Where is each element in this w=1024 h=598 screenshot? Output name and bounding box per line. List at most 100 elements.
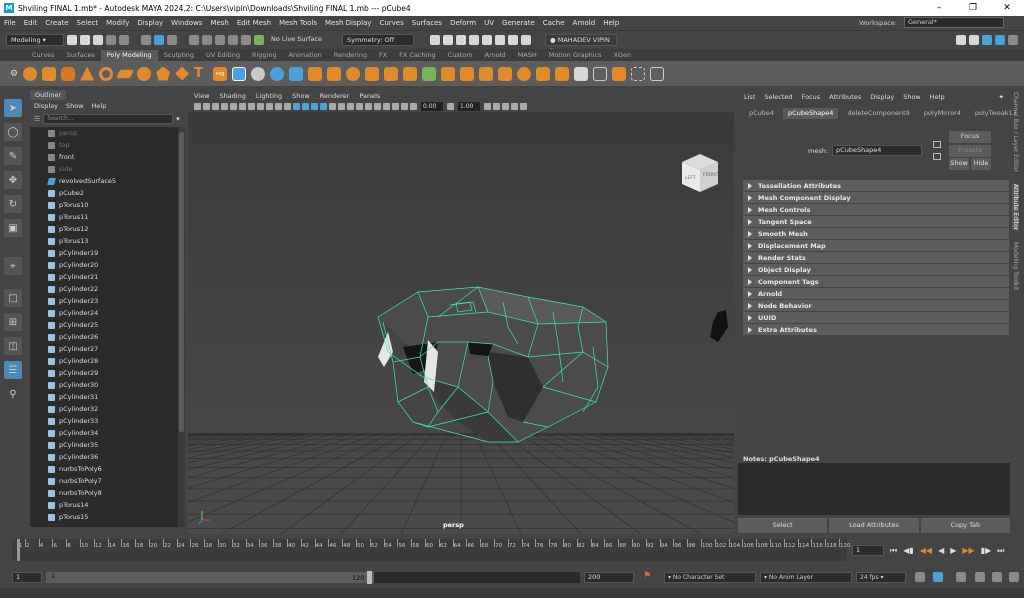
play-forwards-icon[interactable]: ▶ (950, 545, 956, 556)
side-tab-channel-box-layer-editor[interactable]: Channel Box / Layer Editor (1012, 92, 1019, 172)
camera-select-icon[interactable] (194, 103, 201, 110)
list-item[interactable]: pCylinder28 (30, 355, 178, 367)
new-scene-icon[interactable] (67, 34, 77, 45)
ae-menu-list[interactable]: List (744, 93, 755, 101)
list-item[interactable]: pCube2 (30, 187, 178, 199)
pin-icon[interactable]: ✦ (999, 93, 1004, 101)
section-displacement-map[interactable]: Displacement Map (743, 240, 1009, 251)
ae-menu-help[interactable]: Help (930, 93, 945, 101)
section-arnold[interactable]: Arnold (743, 288, 1009, 299)
loop-icon[interactable] (915, 572, 925, 582)
menu-arnold[interactable]: Arnold (569, 19, 600, 27)
mirror-icon[interactable] (536, 66, 551, 81)
section-mesh-controls[interactable]: Mesh Controls (743, 204, 1009, 215)
menu-surfaces[interactable]: Surfaces (408, 19, 446, 27)
viewport-menu-panels[interactable]: Panels (359, 92, 380, 100)
key-icon[interactable] (992, 572, 1002, 582)
shelf-tab-fx-caching[interactable]: FX Caching (393, 50, 442, 61)
menu-deform[interactable]: Deform (446, 19, 480, 27)
list-item[interactable]: pCylinder29 (30, 367, 178, 379)
multi-cut-icon[interactable] (422, 66, 437, 81)
reduce-icon[interactable] (612, 66, 627, 81)
load-attributes-button[interactable]: Load Attributes (829, 518, 919, 533)
attribute-editor-toggle-icon[interactable] (982, 34, 992, 45)
section-tessellation-attributes[interactable]: Tessellation Attributes (743, 180, 1009, 191)
search-dropdown-icon[interactable]: ▾ (176, 115, 180, 123)
outliner-menu-display[interactable]: Display (34, 102, 58, 110)
section-object-display[interactable]: Object Display (743, 264, 1009, 275)
copy-tab-button[interactable]: Copy Tab (920, 518, 1010, 533)
minimize-icon[interactable]: – (922, 0, 956, 16)
list-item[interactable]: pCylinder32 (30, 403, 178, 415)
shelf-tab-uv-editing[interactable]: UV Editing (200, 50, 246, 61)
list-item[interactable]: pCylinder31 (30, 391, 178, 403)
edge-loop-icon[interactable] (498, 66, 513, 81)
side-tab-attribute-editor[interactable]: Attribute Editor (1012, 183, 1019, 231)
snap-curve-icon[interactable] (202, 34, 212, 45)
combine-icon[interactable] (232, 66, 247, 81)
default-material-icon[interactable] (311, 103, 318, 110)
ambient-occlusion-icon[interactable] (347, 103, 354, 110)
gamma-icon[interactable] (447, 103, 454, 110)
arnold-render-icon[interactable] (495, 34, 505, 45)
svg-icon[interactable]: svg (213, 66, 228, 81)
menu-uv[interactable]: UV (480, 19, 498, 27)
workspace-dropdown[interactable]: General* (904, 17, 1004, 28)
node-goto-icon[interactable] (933, 141, 941, 148)
shelf-tab-poly-modeling[interactable]: Poly Modeling (100, 50, 158, 61)
lights-icon[interactable] (329, 103, 336, 110)
panel-layout-icon[interactable] (511, 103, 518, 110)
gamma-field[interactable]: 1.00 (458, 102, 480, 111)
list-item[interactable]: pCylinder22 (30, 283, 178, 295)
auto-key-icon[interactable]: ⚑ (643, 571, 651, 581)
select-hierarchy-icon[interactable] (141, 34, 151, 45)
pause-ipr-icon[interactable] (521, 34, 531, 45)
menu-generate[interactable]: Generate (498, 19, 539, 27)
list-item[interactable]: pCylinder30 (30, 379, 178, 391)
menu-mesh-display[interactable]: Mesh Display (321, 19, 375, 27)
side-tab-modeling-toolkit[interactable]: Modeling Toolkit (1012, 242, 1019, 290)
four-view-layout-icon[interactable]: ⊞ (4, 313, 22, 331)
list-item[interactable]: top (30, 139, 178, 151)
list-item[interactable]: side (30, 163, 178, 175)
safe-title-icon[interactable] (284, 103, 291, 110)
presets-button[interactable]: Presets (949, 145, 991, 157)
section-uuid[interactable]: UUID (743, 312, 1009, 323)
quad-draw-icon[interactable] (574, 66, 589, 81)
list-item[interactable]: revolvedSurface5 (30, 175, 178, 187)
symmetry-dropdown[interactable]: Symmetry: Off (342, 33, 414, 46)
search-options-icon[interactable]: ☰ (34, 115, 40, 123)
live-surface-field[interactable]: No Live Surface (267, 33, 339, 46)
anti-alias-icon[interactable] (365, 103, 372, 110)
list-item[interactable]: pCylinder33 (30, 415, 178, 427)
shelf-tab-rendering[interactable]: Rendering (328, 50, 373, 61)
node-goto-output-icon[interactable] (933, 153, 941, 160)
shadows-icon[interactable] (338, 103, 345, 110)
list-item[interactable]: nurbsToPoly7 (30, 475, 178, 487)
list-item[interactable]: pCylinder24 (30, 307, 178, 319)
range-track-empty[interactable] (374, 572, 580, 583)
plane-icon[interactable] (116, 69, 135, 78)
fill-hole-icon[interactable] (365, 66, 380, 81)
menu-curves[interactable]: Curves (375, 19, 407, 27)
ae-menu-selected[interactable]: Selected (764, 93, 792, 101)
save-scene-icon[interactable] (93, 34, 103, 45)
viewport-menu-renderer[interactable]: Renderer (320, 92, 350, 100)
list-item[interactable]: pTorus14 (30, 499, 178, 511)
ae-menu-display[interactable]: Display (870, 93, 894, 101)
undo-icon[interactable] (106, 34, 116, 45)
playback-start-field[interactable]: 1 (48, 572, 368, 583)
shelf-tab-mash[interactable]: MASH (512, 50, 543, 61)
rotate-tool-icon[interactable]: ↻ (4, 195, 22, 213)
tab-deletecomponent9[interactable]: deleteComponent9 (842, 108, 914, 119)
tab-polymirror4[interactable]: polyMirror4 (919, 108, 966, 119)
backface-icon[interactable] (410, 103, 417, 110)
time-slider-track[interactable]: 1 2 4 6 8 10 12 14 16 18 20 22 24 26 28 30 32 34 36 38 40 42 4… (12, 539, 851, 561)
select-tool-icon[interactable]: ➤ (4, 99, 22, 117)
merge-icon[interactable] (479, 66, 494, 81)
scale-tool-icon[interactable]: ▣ (4, 219, 22, 237)
list-item[interactable]: pTorus11 (30, 211, 178, 223)
step-forward-key-icon[interactable]: ▶▶ (962, 545, 974, 556)
triangulate-icon[interactable] (593, 66, 608, 81)
outliner-search-input[interactable]: Search... (43, 113, 174, 124)
